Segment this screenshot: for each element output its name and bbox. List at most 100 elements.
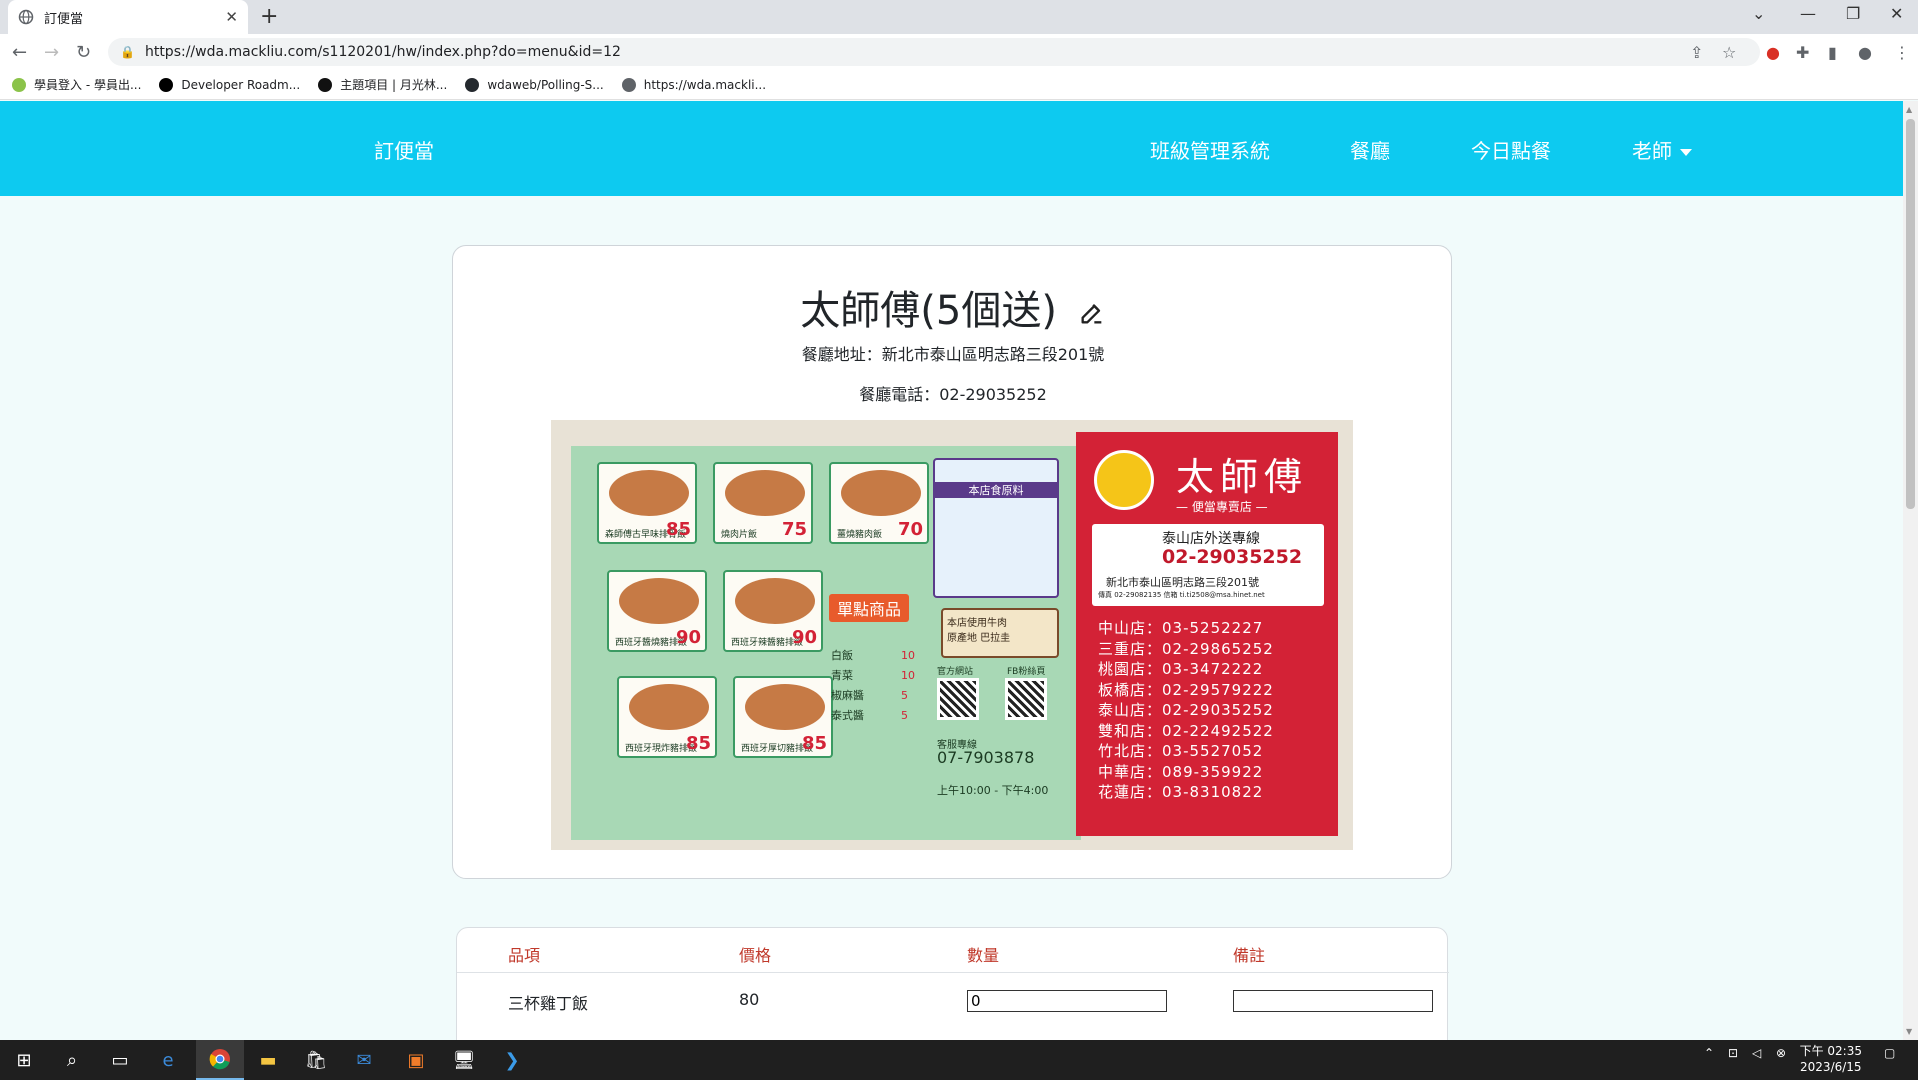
dish-card: 森師傅古早味排骨飯 85 (597, 462, 697, 544)
qty-input[interactable] (967, 990, 1167, 1012)
bookmarks-bar: 學員登入 - 學員出... Developer Roadm... 主題項目 | 月光… (0, 70, 1918, 100)
tray-chevron-icon[interactable]: ⌃ (1704, 1046, 1714, 1060)
bookmark-label: https://wda.mackli... (643, 77, 767, 92)
page-viewport: 訂便當 班級管理系統 餐廳 今日點餐 老師 太師傅(5個送) 餐廳地址：新北市泰… (0, 101, 1903, 1040)
branch-list: 中山店：03-5252227 三重店：02-29865252 桃園店：03-3472… (1098, 618, 1274, 803)
caret-down-icon (1680, 149, 1692, 156)
restaurant-title: 太師傅(5個送) (453, 278, 1453, 336)
branch-line: 竹北店：03-5527052 (1098, 742, 1264, 760)
header-item: 品項 (508, 946, 541, 965)
new-tab-icon[interactable]: + (260, 4, 278, 29)
site-brand[interactable]: 訂便當 (374, 135, 434, 164)
dish-card: 西班牙厚切豬排飯 85 (733, 676, 833, 758)
bookmark-star-icon[interactable]: ☆ (1722, 43, 1736, 62)
order-table: 品項 價格 數量 備註 三杯雞丁飯 80 (456, 927, 1449, 1040)
chrome-icon[interactable] (196, 1040, 244, 1080)
file-explorer-icon[interactable]: ▬ (244, 1040, 292, 1080)
search-icon[interactable]: ⌕ (48, 1040, 96, 1080)
notification-icon[interactable]: ▢ (1884, 1046, 1895, 1060)
branch-line: 雙和店：02-22492522 (1098, 721, 1274, 740)
branch-line: 板橋店：02-29579222 (1098, 680, 1274, 699)
forward-icon[interactable]: → (44, 42, 59, 63)
bookmark-icon (159, 77, 174, 92)
restore-icon[interactable]: ❐ (1846, 4, 1860, 23)
brand-subtitle: — 便當專賣店 — (1176, 500, 1268, 514)
restaurant-card: 太師傅(5個送) 餐廳地址：新北市泰山區明志路三段201號 餐廳電話：02-29… (452, 245, 1452, 879)
row-price: 80 (739, 990, 760, 1009)
extension-icon[interactable]: ● (1766, 43, 1780, 62)
close-window-icon[interactable]: ✕ (1890, 4, 1903, 23)
nav-today-order[interactable]: 今日點餐 (1471, 135, 1551, 164)
edge-icon[interactable]: e (144, 1040, 192, 1080)
tab-active[interactable]: 訂便當 ✕ (8, 0, 248, 34)
lock-icon: 🔒 (120, 45, 135, 59)
header-price: 價格 (739, 946, 772, 965)
scroll-up-icon[interactable]: ▲ (1906, 105, 1912, 114)
bookmark-item[interactable]: Developer Roadm... (159, 77, 300, 92)
bookmark-item[interactable]: 學員登入 - 學員出... (12, 76, 141, 93)
store-icon[interactable]: 🛍 (292, 1040, 340, 1080)
bookmark-label: 主題項目 | 月光林... (340, 78, 448, 92)
branch-line: 桃園店：03-3472222 (1098, 660, 1264, 678)
volume-icon[interactable]: ◁ (1752, 1046, 1761, 1060)
menu-image: 森師傅古早味排骨飯 85 燒肉片飯 75 薑燒豬肉飯 70 西班牙醬燒豬排飯 90 西班… (551, 420, 1353, 850)
bookmark-icon (12, 77, 26, 92)
dish-card: 西班牙辣醬豬排飯 90 (723, 570, 823, 652)
row-item: 三杯雞丁飯 (508, 994, 589, 1013)
menu-icon[interactable]: ⋮ (1894, 43, 1910, 62)
network-icon[interactable]: ⊡ (1728, 1046, 1738, 1060)
tab-search-icon[interactable]: ⌄ (1752, 4, 1765, 23)
profile-icon[interactable]: ● (1858, 43, 1872, 62)
scroll-down-icon[interactable]: ▼ (1906, 1027, 1912, 1036)
globe-icon (18, 9, 34, 25)
tab-title: 訂便當 (44, 11, 84, 27)
vscode-icon[interactable]: ❯ (488, 1040, 536, 1080)
branch-line: 三重店：02-29865252 (1098, 639, 1274, 658)
fb-label: FB粉絲頁 (1007, 667, 1046, 677)
reload-icon[interactable]: ↻ (76, 42, 91, 63)
nav-teacher-dropdown[interactable]: 老師 (1632, 135, 1692, 164)
beef-note: 本店使用牛肉 原產地 巴拉圭 (941, 608, 1059, 658)
puzzle-icon[interactable]: ✚ (1796, 43, 1809, 62)
bookmark-item[interactable]: https://wda.mackli... (621, 77, 767, 92)
dish-card: 西班牙醬燒豬排飯 90 (607, 570, 707, 652)
share-icon[interactable]: ⇪ (1690, 43, 1703, 62)
sidebar-icon[interactable]: ▮ (1828, 43, 1837, 62)
dropdown-label: 老師 (1632, 139, 1672, 163)
qr-code-icon (937, 678, 979, 720)
hotline-box: 泰山店外送專線 02-29035252 新北市泰山區明志路三段201號 傳真 0… (1092, 524, 1324, 606)
system-clock[interactable]: 下午 02:35 2023/6/15 (1800, 1043, 1862, 1075)
back-icon[interactable]: ← (12, 42, 27, 63)
mail-icon[interactable]: ✉ (340, 1040, 388, 1080)
xampp-icon[interactable]: ▣ (392, 1040, 440, 1080)
minimize-icon[interactable]: — (1800, 4, 1816, 23)
windows-start-icon[interactable]: ⊞ (0, 1040, 48, 1080)
edit-icon[interactable] (1078, 299, 1106, 327)
bookmark-icon (318, 77, 333, 92)
address-bar[interactable]: 🔒 https://wda.mackliu.com/s1120201/hw/in… (108, 38, 1760, 66)
bookmark-item[interactable]: wdaweb/Polling-S... (465, 77, 604, 92)
branch-line: 中華店：089-359922 (1098, 762, 1264, 781)
task-view-icon[interactable]: ▭ (96, 1040, 144, 1080)
service-hours: 上午10:00 - 下午4:00 (937, 784, 1049, 797)
note-input[interactable] (1233, 990, 1433, 1012)
single-items-tag: 單點商品 (829, 594, 910, 622)
nav-restaurant[interactable]: 餐廳 (1350, 135, 1390, 164)
scrollbar[interactable]: ▲ ▼ (1903, 101, 1918, 1040)
security-alert-icon[interactable]: ⊗ (1776, 1046, 1786, 1060)
header-divider (457, 972, 1449, 973)
bookmark-label: wdaweb/Polling-S... (487, 77, 604, 92)
scroll-thumb[interactable] (1906, 119, 1915, 509)
brand-name: 太師傅 (1176, 455, 1309, 499)
chef-logo-icon (1094, 450, 1154, 510)
close-tab-icon[interactable]: ✕ (225, 8, 238, 26)
side-prices: 10 10 5 5 (901, 649, 915, 722)
restaurant-name: 太師傅(5個送) (800, 288, 1057, 334)
bookmark-icon (465, 77, 480, 92)
nav-class-system[interactable]: 班級管理系統 (1150, 135, 1270, 164)
remote-desktop-icon[interactable]: 🖥 (440, 1040, 488, 1080)
bookmark-item[interactable]: 主題項目 | 月光林... (318, 76, 447, 93)
ingredient-box: 本店食原料 (933, 458, 1059, 598)
restaurant-phone: 餐廳電話：02-29035252 (859, 385, 1047, 404)
url-text: https://wda.mackliu.com/s1120201/hw/inde… (144, 44, 621, 60)
